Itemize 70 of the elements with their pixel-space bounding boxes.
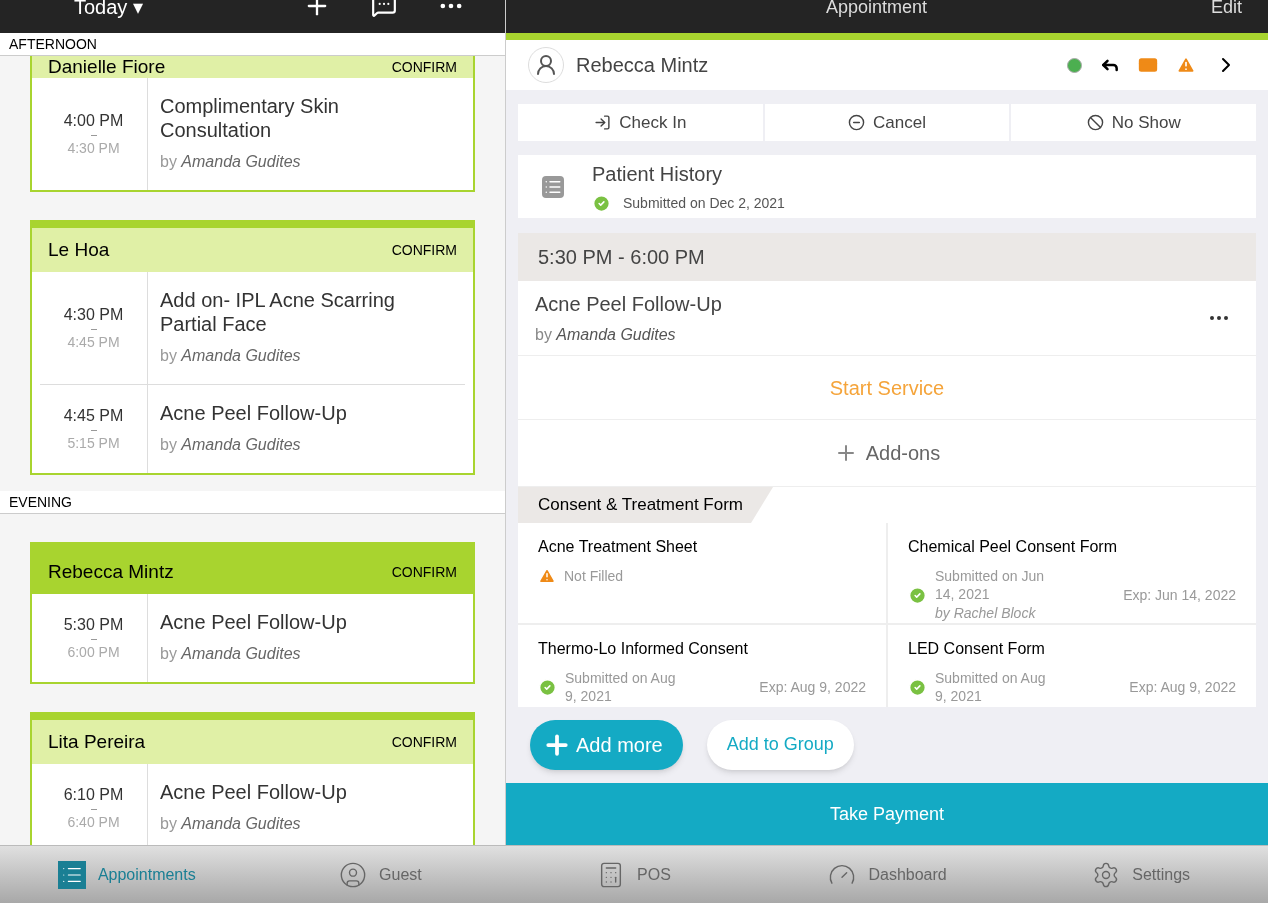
provider: by Amanda Gudites [160, 435, 302, 455]
edit-button[interactable]: Edit [1210, 0, 1242, 14]
enter-icon [594, 114, 612, 131]
expiry-date: Exp: Aug 9, 2022 [759, 677, 866, 697]
warning-icon[interactable] [1176, 55, 1196, 75]
form-cell[interactable]: LED Consent Form Submitted on Aug 9, 2021 Exp: Aug 9, 2022 [888, 625, 1256, 707]
provider: by Amanda Gudites [160, 814, 302, 834]
time-header: 5:30 PM - 6:00 PM [518, 233, 1256, 281]
client-name: Rebecca Mintz [48, 559, 174, 584]
provider: by Amanda Gudites [160, 644, 302, 664]
start-time: 5:30 PM [63, 615, 124, 635]
form-status: Not Filled [564, 567, 625, 585]
form-name: Acne Treatment Sheet [538, 537, 699, 557]
appointment-card[interactable]: Lita Pereira CONFIRM 6:10 PM 6:40 PM Acne Peel Follow-Up by Amanda Gudites [30, 712, 475, 845]
service-name: Acne Peel Follow-Up [535, 292, 722, 317]
start-time: 4:00 PM [63, 111, 124, 131]
confirm-link[interactable]: CONFIRM [391, 239, 457, 261]
appointment-card[interactable]: Rebecca Mintz CONFIRM 5:30 PM 6:00 PM Acne Peel Follow-Up by Amanda Gudites [30, 542, 475, 684]
form-cell[interactable]: Chemical Peel Consent Form Submitted on Jun 14, 2021 by Rachel Block Exp: Jun 14, 2022 [888, 523, 1256, 623]
client-name: Rebecca Mintz [576, 53, 709, 78]
provider: by Amanda Gudites [160, 152, 302, 172]
list-icon [542, 175, 564, 198]
appointment-card[interactable]: Le Hoa CONFIRM 4:30 PM 4:45 PM Add on- IPL Acne Scarring Partial Face by Amanda Gudites 4:45 PM 5:15 PM Acne Peel Follow-Up by Amanda Gudites [30, 220, 475, 475]
end-time: 6:00 PM [67, 643, 120, 662]
service-name: Acne Peel Follow-Up [160, 610, 348, 634]
confirm-link[interactable]: CONFIRM [391, 561, 457, 583]
client-name: Lita Pereira [48, 729, 146, 754]
form-cell[interactable]: Acne Treatment Sheet Not Filled [518, 523, 886, 623]
action-button[interactable]: Check In [518, 104, 763, 141]
form-name: LED Consent Form [908, 639, 1046, 659]
action-button[interactable]: Cancel [764, 104, 1010, 141]
form-name: Thermo-Lo Informed Consent [538, 639, 749, 659]
patient-history-card[interactable]: Patient History Submitted on Dec 2, 2021 [518, 155, 1256, 218]
form-status: Submitted on Aug 9, 2021 [565, 669, 677, 705]
client-name: Le Hoa [48, 237, 110, 262]
service-name: Add on- IPL Acne Scarring Partial Face [160, 288, 396, 336]
end-time: 6:40 PM [67, 813, 120, 832]
appointment-card[interactable]: Danielle Fiore CONFIRM 4:00 PM 4:30 PM Complimentary Skin Consultation by Amanda Gudites [30, 56, 475, 192]
confirm-link[interactable]: CONFIRM [391, 731, 457, 753]
confirm-link[interactable]: CONFIRM [391, 56, 457, 78]
provider: by Amanda Gudites [160, 346, 302, 366]
end-time: 4:45 PM [67, 333, 120, 352]
service-name: Acne Peel Follow-Up [160, 401, 348, 425]
form-status: Submitted on Aug 9, 2021 [935, 669, 1047, 705]
start-time: 4:30 PM [63, 305, 124, 325]
form-name: Chemical Peel Consent Form [908, 537, 1118, 557]
history-status: Submitted on Dec 2, 2021 [623, 194, 785, 213]
end-time: 5:15 PM [67, 434, 120, 453]
start-time: 4:45 PM [63, 406, 124, 426]
prohibited-icon [1086, 114, 1104, 131]
form-cell[interactable]: Thermo-Lo Informed Consent Submitted on Aug 9, 2021 Exp: Aug 9, 2022 [518, 625, 886, 707]
expiry-date: Exp: Aug 9, 2022 [1129, 677, 1236, 697]
person-icon [339, 860, 368, 889]
section-header: EVENING [0, 491, 505, 514]
submitted-by: by Rachel Block [935, 604, 1037, 623]
list-icon [57, 860, 86, 889]
service-name: Complimentary Skin Consultation [160, 94, 340, 142]
section-header: AFTERNOON [0, 33, 505, 56]
history-title: Patient History [592, 162, 724, 187]
client-name: Danielle Fiore [48, 58, 166, 76]
minus-circle-icon [848, 114, 866, 131]
service-name: Acne Peel Follow-Up [160, 780, 348, 804]
add-ons-button[interactable]: Add-ons [518, 420, 1256, 487]
start-time: 6:10 PM [63, 785, 124, 805]
end-time: 4:30 PM [67, 139, 120, 158]
expiry-date: Exp: Jun 14, 2022 [1123, 586, 1236, 605]
check-icon [592, 194, 611, 213]
provider: by Amanda Gudites [535, 325, 677, 345]
action-button[interactable]: No Show [1011, 104, 1256, 141]
card-icon[interactable] [1138, 55, 1158, 75]
